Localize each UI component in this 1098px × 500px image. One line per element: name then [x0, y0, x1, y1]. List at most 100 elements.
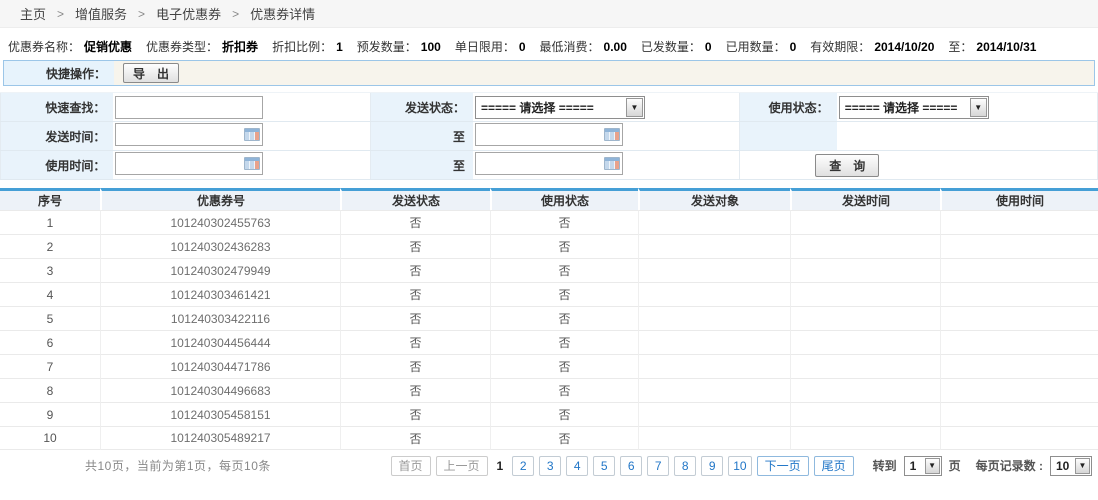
- info-field-label: 折扣比例：: [272, 40, 332, 54]
- send-status-select[interactable]: ===== 请选择 ===== ▼: [475, 96, 645, 119]
- cell-coupon: 101240303422116: [100, 306, 340, 330]
- dropdown-arrow-icon[interactable]: ▼: [970, 98, 987, 117]
- info-field-label: 优惠券类型：: [146, 40, 218, 54]
- info-field-label: 至：: [948, 40, 972, 54]
- calendar-icon[interactable]: [604, 157, 620, 170]
- cell-target: [638, 402, 790, 426]
- breadcrumb: 主页 > 增值服务 > 电子优惠券 > 优惠券详情: [0, 0, 1098, 28]
- info-field-value: 2014/10/20: [874, 40, 934, 54]
- cell-use_time: [940, 378, 1098, 402]
- use-status-select[interactable]: ===== 请选择 ===== ▼: [839, 96, 989, 119]
- info-field-label: 最低消费：: [540, 40, 600, 54]
- cell-target: [638, 426, 790, 450]
- per-page-select[interactable]: 10 ▼: [1050, 456, 1092, 476]
- breadcrumb-separator: >: [138, 7, 145, 21]
- col-header-send-status: 发送状态: [340, 188, 490, 210]
- send-time-from-input[interactable]: [115, 123, 263, 146]
- cell-coupon: 101240304471786: [100, 354, 340, 378]
- cell-send_time: [790, 210, 940, 234]
- info-field-value: 0: [790, 40, 797, 54]
- cell-seq: 4: [0, 282, 100, 306]
- info-field-value: 促销优惠: [84, 40, 132, 54]
- cell-send: 否: [340, 258, 490, 282]
- coupon-detail-page: 主页 > 增值服务 > 电子优惠券 > 优惠券详情 优惠券名称： 促销优惠优惠券类…: [0, 0, 1098, 500]
- info-field-6: 已发数量：0: [641, 38, 722, 55]
- use-time-to-input[interactable]: [475, 152, 623, 175]
- cell-use_time: [940, 402, 1098, 426]
- cell-use: 否: [490, 426, 638, 450]
- pagination-bar: 共10页，当前为第1页，每页10条 首页 上一页 1 2345678910 下一…: [0, 450, 1098, 481]
- calendar-icon[interactable]: [244, 157, 260, 170]
- first-page-button[interactable]: 首页: [391, 456, 431, 476]
- cell-use: 否: [490, 354, 638, 378]
- use-time-from-input[interactable]: [115, 152, 263, 175]
- cell-send_time: [790, 306, 940, 330]
- quick-action-bar: 快捷操作： 导 出: [3, 60, 1095, 86]
- pagination-controls: 首页 上一页 1 2345678910 下一页 尾页 转到 1 ▼ 页 每页记录…: [391, 456, 1098, 476]
- quick-search-label: 快速查找：: [1, 93, 114, 122]
- goto-label: 转到: [873, 457, 897, 474]
- cell-send_time: [790, 354, 940, 378]
- col-header-use-time: 使用时间: [940, 188, 1098, 210]
- export-button[interactable]: 导 出: [123, 63, 179, 83]
- cell-use_time: [940, 210, 1098, 234]
- query-button[interactable]: 查 询: [815, 154, 879, 177]
- page-link-3[interactable]: 3: [539, 456, 561, 476]
- col-header-use-status: 使用状态: [490, 188, 638, 210]
- breadcrumb-e-coupon[interactable]: 电子优惠券: [156, 4, 221, 23]
- quick-search-input[interactable]: [115, 96, 263, 119]
- breadcrumb-value-added-services[interactable]: 增值服务: [75, 4, 127, 23]
- cell-coupon: 101240304456444: [100, 330, 340, 354]
- dropdown-arrow-icon[interactable]: ▼: [626, 98, 643, 117]
- page-link-8[interactable]: 8: [674, 456, 696, 476]
- page-link-4[interactable]: 4: [566, 456, 588, 476]
- dropdown-arrow-icon[interactable]: ▼: [1075, 458, 1090, 474]
- last-page-button[interactable]: 尾页: [814, 456, 854, 476]
- info-field-7: 已用数量：0: [726, 38, 807, 55]
- info-field-label: 优惠券名称：: [8, 40, 80, 54]
- breadcrumb-home[interactable]: 主页: [20, 4, 46, 23]
- page-link-10[interactable]: 10: [728, 456, 751, 476]
- cell-seq: 9: [0, 402, 100, 426]
- calendar-icon[interactable]: [604, 128, 620, 141]
- table-row: 1101240302455763否否: [0, 210, 1098, 234]
- cell-seq: 3: [0, 258, 100, 282]
- goto-page-value: 1: [905, 459, 924, 473]
- cell-coupon: 101240305489217: [100, 426, 340, 450]
- cell-send_time: [790, 234, 940, 258]
- cell-use_time: [940, 234, 1098, 258]
- send-time-to-input[interactable]: [475, 123, 623, 146]
- col-header-send-time: 发送时间: [790, 188, 940, 210]
- use-time-to-label: 至: [370, 151, 473, 180]
- cell-target: [638, 378, 790, 402]
- per-page-value: 10: [1051, 459, 1074, 473]
- page-link-7[interactable]: 7: [647, 456, 669, 476]
- info-field-1: 优惠券类型：折扣券: [146, 38, 268, 55]
- cell-use_time: [940, 330, 1098, 354]
- table-row: 4101240303461421否否: [0, 282, 1098, 306]
- cell-send: 否: [340, 210, 490, 234]
- page-link-9[interactable]: 9: [701, 456, 723, 476]
- table-header-row: 序号 优惠券号 发送状态 使用状态 发送对象 发送时间 使用时间: [0, 188, 1098, 210]
- page-link-6[interactable]: 6: [620, 456, 642, 476]
- calendar-icon[interactable]: [244, 128, 260, 141]
- cell-send: 否: [340, 402, 490, 426]
- prev-page-button[interactable]: 上一页: [436, 456, 488, 476]
- cell-use_time: [940, 258, 1098, 282]
- page-link-5[interactable]: 5: [593, 456, 615, 476]
- dropdown-arrow-icon[interactable]: ▼: [925, 458, 940, 474]
- info-field-value: 2014/10/31: [976, 40, 1036, 54]
- cell-coupon: 101240303461421: [100, 282, 340, 306]
- cell-use: 否: [490, 378, 638, 402]
- cell-coupon: 101240302479949: [100, 258, 340, 282]
- info-field-5: 最低消费：0.00: [540, 38, 637, 55]
- info-field-0: 优惠券名称： 促销优惠: [8, 38, 142, 55]
- filter-form: 快速查找： 发送状态： ===== 请选择 ===== ▼ 使用状态： ====…: [0, 92, 1098, 180]
- coupon-table-body: 1101240302455763否否2101240302436283否否3101…: [0, 210, 1098, 450]
- use-status-selected-value: ===== 请选择 =====: [840, 99, 969, 116]
- next-page-button[interactable]: 下一页: [757, 456, 809, 476]
- cell-coupon: 101240305458151: [100, 402, 340, 426]
- goto-page-select[interactable]: 1 ▼: [904, 456, 942, 476]
- page-link-2[interactable]: 2: [512, 456, 534, 476]
- cell-seq: 1: [0, 210, 100, 234]
